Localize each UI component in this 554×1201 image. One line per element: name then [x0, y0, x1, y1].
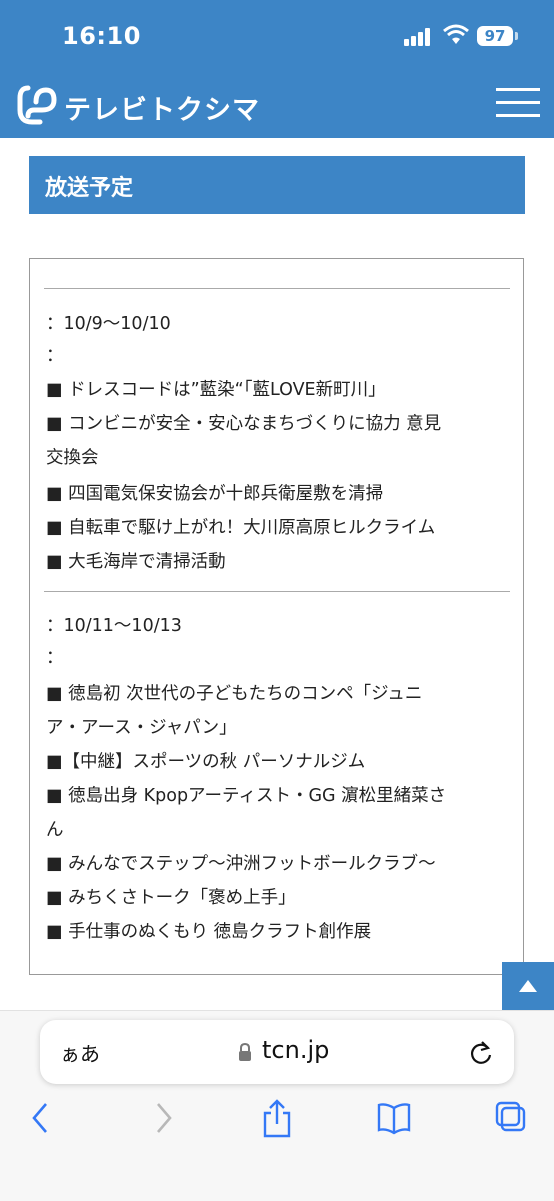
schedule-date: ：10/9〜10/10 [46, 314, 171, 334]
signal-icon [404, 28, 434, 46]
status-time: 16:10 [62, 22, 141, 50]
reader-options-button[interactable]: ぁあ [60, 1038, 100, 1067]
list-item: ■ 手仕事のぬくもり 徳島クラフト創作展 [46, 922, 372, 942]
site-header: テレビトクシマ [0, 72, 554, 138]
reload-icon[interactable] [468, 1038, 494, 1066]
list-item: 交換会 [46, 448, 99, 468]
forward-icon[interactable] [150, 1098, 176, 1138]
section-heading: 放送予定 [29, 156, 525, 214]
list-item: ■ 四国電気保安協会が十郎兵衛屋敷を清掃 [46, 484, 384, 504]
battery-icon: 97 [477, 26, 513, 46]
wifi-icon [443, 24, 469, 44]
section-title: 放送予定 [45, 176, 134, 201]
status-bar: 16:10 97 [0, 0, 554, 72]
list-item: ア・アース・ジャパン」 [46, 718, 237, 738]
list-item: ん [46, 820, 64, 840]
logo-icon[interactable] [14, 82, 60, 128]
list-item: ■ みんなでステップ〜沖洲フットボールクラブ〜 [46, 854, 436, 874]
bookmarks-icon[interactable] [376, 1098, 412, 1138]
battery-tip [515, 32, 518, 40]
address-bar[interactable]: ぁあ tcn.jp [40, 1020, 514, 1084]
lock-icon [239, 1042, 251, 1061]
list-item: ■ 徳島出身 Kpopアーティスト・GG 濵松里緒菜さ [46, 786, 447, 806]
list-item: ■ 自転車で駆け上がれ！大川原高原ヒルクライム [46, 518, 436, 538]
share-icon[interactable] [260, 1098, 294, 1140]
hamburger-menu-icon[interactable] [496, 88, 540, 118]
schedule-sub: ： [46, 648, 64, 668]
list-item: ■【中継】スポーツの秋 パーソナルジム [46, 752, 366, 772]
list-item: ■ ドレスコードは”藍染“「藍LOVE新町川」 [46, 380, 386, 400]
schedule-sub: ： [46, 346, 64, 366]
site-name[interactable]: テレビトクシマ [64, 88, 260, 127]
divider [44, 591, 510, 592]
tabs-icon[interactable] [494, 1098, 530, 1138]
schedule-box: ：10/9〜10/10 ： ■ ドレスコードは”藍染“「藍LOVE新町川」 ■ … [29, 258, 524, 975]
schedule-date: ：10/11〜10/13 [46, 616, 182, 636]
back-to-top-icon [519, 980, 537, 992]
list-item: ■ 大毛海岸で清掃活動 [46, 552, 226, 572]
list-item: ■ 徳島初 次世代の子どもたちのコンペ「ジュニ [46, 684, 423, 704]
divider [44, 288, 510, 289]
url-text[interactable]: tcn.jp [262, 1036, 329, 1064]
back-to-top-button[interactable] [502, 962, 554, 1010]
back-icon[interactable] [28, 1098, 54, 1138]
list-item: ■ みちくさトーク「褒め上手」 [46, 888, 296, 908]
list-item: ■ コンビニが安全・安心なまちづくりに協力 意見 [46, 414, 442, 434]
